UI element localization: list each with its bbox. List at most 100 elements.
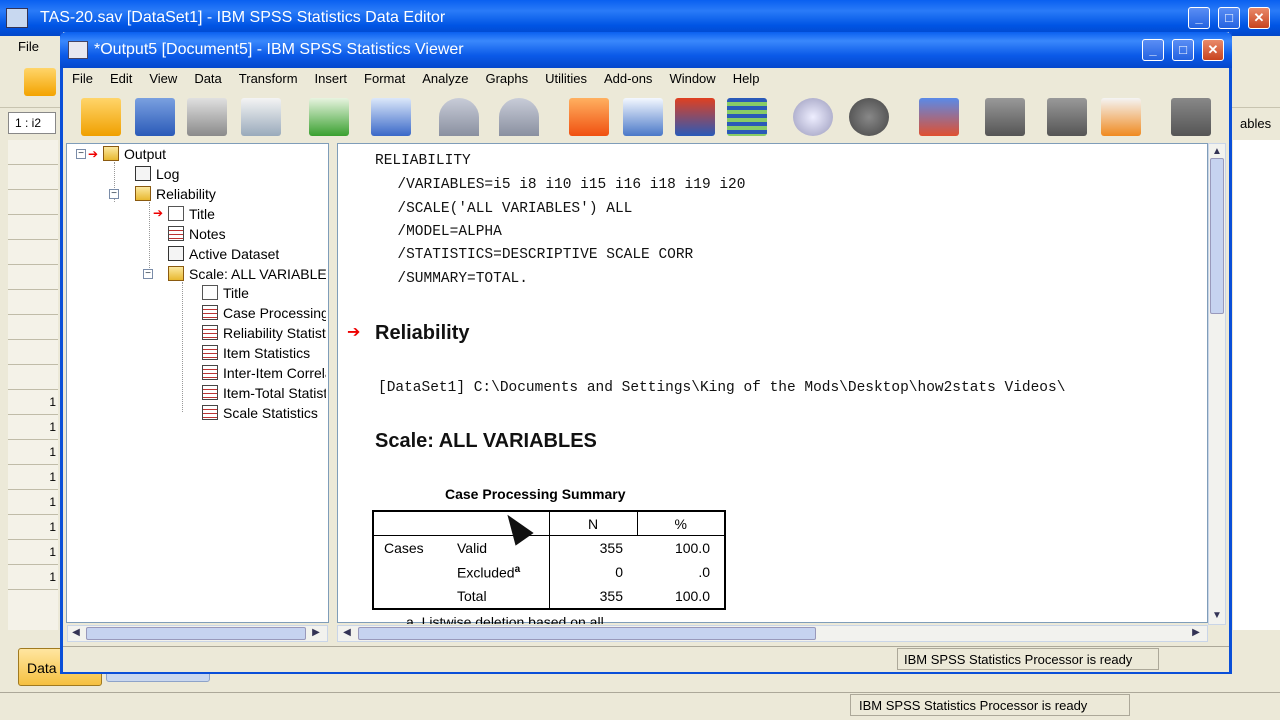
show-all-icon[interactable] xyxy=(793,98,833,136)
row-number[interactable] xyxy=(8,215,58,240)
row-number[interactable] xyxy=(8,240,58,265)
row-number[interactable]: 1 xyxy=(8,465,58,490)
row-number[interactable] xyxy=(8,365,58,390)
scroll-right-icon[interactable]: ▶ xyxy=(309,626,323,640)
row-label: Valid xyxy=(449,535,550,560)
syntax-line: /MODEL=ALPHA xyxy=(380,224,502,240)
data-grid-visible-edge[interactable] xyxy=(1233,140,1280,630)
row-number[interactable] xyxy=(8,290,58,315)
outline-log[interactable]: Log xyxy=(135,164,179,184)
menu-utilities[interactable]: Utilities xyxy=(536,68,595,90)
minimize-icon[interactable]: _ xyxy=(1188,7,1210,29)
outline-reliability[interactable]: Reliability xyxy=(135,184,216,204)
open-icon[interactable] xyxy=(81,98,121,136)
outline-title[interactable]: Title xyxy=(168,204,215,224)
menu-graphs[interactable]: Graphs xyxy=(476,68,536,90)
outline-output[interactable]: Output xyxy=(103,144,166,164)
row-number[interactable] xyxy=(8,140,58,165)
menu-insert[interactable]: Insert xyxy=(306,68,356,90)
menu-window[interactable]: Window xyxy=(660,68,723,90)
row-number[interactable]: 1 xyxy=(8,515,58,540)
row-number[interactable]: 1 xyxy=(8,390,58,415)
outline-reliability-statistics[interactable]: Reliability Statistics xyxy=(202,323,326,343)
reliability-heading[interactable]: Reliability xyxy=(375,322,469,345)
row-number[interactable]: 1 xyxy=(8,415,58,440)
menu-file[interactable]: File xyxy=(18,39,39,54)
content-hscroll-thumb[interactable] xyxy=(358,627,816,640)
export-icon[interactable] xyxy=(309,98,349,136)
scroll-down-icon[interactable]: ▼ xyxy=(1210,609,1224,623)
open-icon[interactable] xyxy=(24,68,56,96)
row-number[interactable]: 1 xyxy=(8,565,58,590)
variables-icon[interactable] xyxy=(727,98,767,136)
cell-n: 355 xyxy=(599,540,623,556)
recall-dialog-icon[interactable] xyxy=(371,98,411,136)
row-number[interactable]: 1 xyxy=(8,540,58,565)
menu-help[interactable]: Help xyxy=(724,68,768,90)
outline-scale-statistics[interactable]: Scale Statistics xyxy=(202,403,326,423)
row-number[interactable]: 1 xyxy=(8,440,58,465)
undo-icon[interactable] xyxy=(439,98,479,136)
outline-scale[interactable]: Scale: ALL VARIABLES xyxy=(168,264,326,284)
outline-item-total[interactable]: Item-Total Statistics xyxy=(202,383,326,403)
case-processing-table[interactable]: N % Cases Valid 355 100.0 Excludeda 0 .0… xyxy=(372,510,726,610)
menu-addons[interactable]: Add-ons xyxy=(595,68,660,90)
variable-column-header[interactable]: ables xyxy=(1236,112,1280,136)
outline-inter-item[interactable]: Inter-Item Correlation Matrix xyxy=(202,363,326,383)
menu-file[interactable]: File xyxy=(63,68,101,90)
col-header-n: N xyxy=(549,511,638,536)
row-number[interactable] xyxy=(8,265,58,290)
collapse-output-icon[interactable]: − xyxy=(76,149,86,159)
scroll-left-icon[interactable]: ◀ xyxy=(69,626,83,640)
row-number[interactable]: 1 xyxy=(8,490,58,515)
viewer-status-text: IBM SPSS Statistics Processor is ready xyxy=(897,648,1159,670)
collapse-reliability-icon[interactable]: − xyxy=(109,189,119,199)
goto-variable-icon[interactable] xyxy=(675,98,715,136)
viewer-titlebar: *Output5 [Document5] - IBM SPSS Statisti… xyxy=(60,32,1232,68)
viewer-minimize-icon[interactable]: _ xyxy=(1142,39,1164,61)
save-icon[interactable] xyxy=(135,98,175,136)
menu-transform[interactable]: Transform xyxy=(230,68,306,90)
outline-notes[interactable]: Notes xyxy=(168,224,226,244)
hide-icon[interactable] xyxy=(849,98,889,136)
collapse-scale-icon[interactable]: − xyxy=(143,269,153,279)
viewer-maximize-icon[interactable]: □ xyxy=(1172,39,1194,61)
script-icon[interactable] xyxy=(1101,98,1141,136)
menu-format[interactable]: Format xyxy=(355,68,413,90)
promote-icon[interactable] xyxy=(1047,98,1087,136)
viewer-close-icon[interactable]: ✕ xyxy=(1202,39,1224,61)
scroll-right-icon[interactable]: ▶ xyxy=(1189,626,1203,640)
goto-data-icon[interactable] xyxy=(569,98,609,136)
outline-scale-title[interactable]: Title xyxy=(202,283,249,303)
row-number[interactable] xyxy=(8,315,58,340)
redo-icon[interactable] xyxy=(499,98,539,136)
row-number[interactable] xyxy=(8,165,58,190)
outline-pane[interactable]: − ➔ Output Log − Reliability ➔ Title Not… xyxy=(66,143,329,623)
close-icon[interactable]: ✕ xyxy=(1248,7,1270,29)
outline-active-dataset[interactable]: Active Dataset xyxy=(168,244,279,264)
pane-splitter[interactable] xyxy=(329,143,337,643)
table-icon xyxy=(202,345,218,360)
outline-case-processing[interactable]: Case Processing Summary xyxy=(202,303,326,323)
display-icon[interactable] xyxy=(1171,98,1211,136)
outline-scroll-thumb[interactable] xyxy=(86,627,306,640)
goto-case-icon[interactable] xyxy=(623,98,663,136)
maximize-icon[interactable]: □ xyxy=(1218,7,1240,29)
print-icon[interactable] xyxy=(187,98,227,136)
menu-analyze[interactable]: Analyze xyxy=(413,68,476,90)
designate-window-icon[interactable] xyxy=(985,98,1025,136)
scroll-left-icon[interactable]: ◀ xyxy=(340,626,354,640)
scroll-up-icon[interactable]: ▲ xyxy=(1210,145,1224,159)
row-number[interactable] xyxy=(8,190,58,215)
insert-output-icon[interactable] xyxy=(919,98,959,136)
menu-view[interactable]: View xyxy=(140,68,185,90)
outline-item-statistics[interactable]: Item Statistics xyxy=(202,343,326,363)
scale-heading[interactable]: Scale: ALL VARIABLES xyxy=(375,430,597,453)
menu-data[interactable]: Data xyxy=(185,68,229,90)
row-label: Excludeda xyxy=(449,560,550,585)
content-vscroll-thumb[interactable] xyxy=(1210,158,1224,314)
data-editor-titlebar: TAS-20.sav [DataSet1] - IBM SPSS Statist… xyxy=(0,0,1280,36)
print-preview-icon[interactable] xyxy=(241,98,281,136)
row-number[interactable] xyxy=(8,340,58,365)
menu-edit[interactable]: Edit xyxy=(101,68,140,90)
